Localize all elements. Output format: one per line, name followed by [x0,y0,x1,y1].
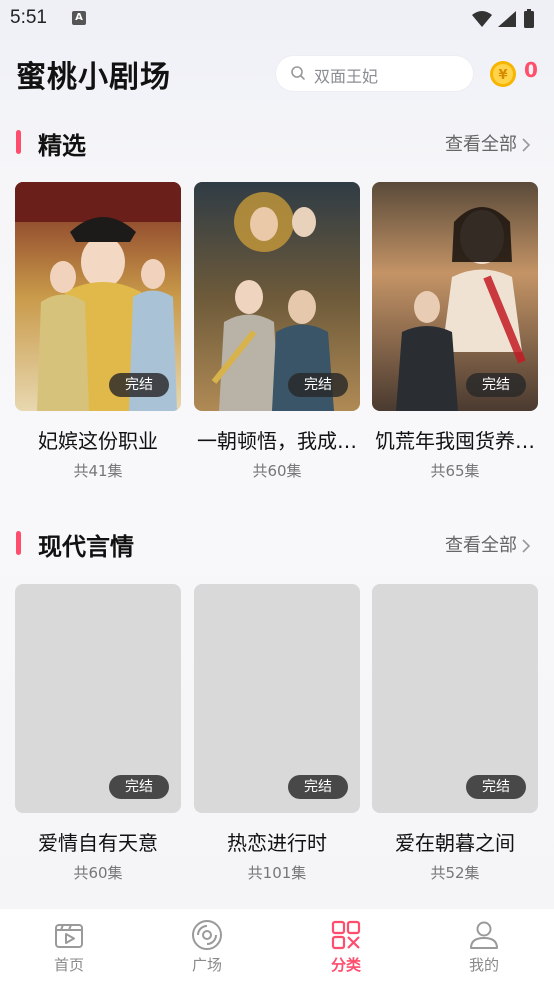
app-title: 蜜桃小剧场 [16,60,171,95]
profile-icon [470,921,498,949]
view-all-label: 查看全部 [445,535,517,556]
status-badge: 完结 [288,373,348,397]
drama-card[interactable]: 完结 妃嫔这份职业 共41集 [15,182,181,481]
drama-poster[interactable]: 完结 [372,584,538,813]
coin-count: 0 [524,58,538,82]
view-all-label: 查看全部 [445,134,517,155]
episode-count: 共60集 [252,462,302,480]
drama-title: 妃嫔这份职业 [38,429,158,453]
tab-label: 广场 [191,956,222,974]
drama-title: 爱在朝暮之间 [395,831,515,855]
category-icon [331,920,361,950]
episode-count: 共65集 [430,462,480,480]
search-placeholder: 双面王妃 [314,67,379,86]
drama-title: 一朝顿悟，我成… [197,429,357,453]
section-accent-bar [16,130,21,154]
drama-poster[interactable]: 完结 [15,584,181,813]
bottom-tab-bar: 首页 广场 分类 我的 [0,909,554,984]
status-badge: 完结 [466,373,526,397]
wifi-icon [472,11,492,27]
view-all-modern-romance[interactable]: 查看全部 [445,531,531,557]
tab-category[interactable]: 分类 [296,909,396,975]
section-title-featured: 精选 [38,132,86,160]
tab-plaza[interactable]: 广场 [157,909,257,975]
status-badge: 完结 [109,373,169,397]
drama-card[interactable]: 完结 热恋进行时 共101集 [194,584,360,883]
episode-count: 共52集 [430,864,480,882]
drama-card[interactable]: 完结 饥荒年我囤货养… 共65集 [372,182,538,481]
chevron-right-icon [522,539,531,553]
episode-count: 共101集 [247,864,307,882]
status-bar: 5:51 A [0,0,554,36]
tab-label: 分类 [330,956,361,974]
drama-poster[interactable]: 完结 [194,584,360,813]
search-icon [290,65,306,85]
status-badge: 完结 [466,775,526,799]
episode-count: 共60集 [73,864,123,882]
drama-card[interactable]: 完结 一朝顿悟，我成… 共60集 [194,182,360,481]
view-all-featured[interactable]: 查看全部 [445,130,531,156]
drama-title: 爱情自有天意 [38,831,158,855]
section-title-modern-romance: 现代言情 [38,533,134,561]
a-letter-icon: A [72,11,86,25]
chevron-right-icon [522,138,531,152]
tab-home[interactable]: 首页 [19,909,119,975]
drama-poster[interactable]: 完结 [194,182,360,411]
tab-profile[interactable]: 我的 [434,909,534,975]
status-badge: 完结 [109,775,169,799]
drama-card[interactable]: 完结 爱情自有天意 共60集 [15,584,181,883]
signal-icon [498,11,516,27]
drama-poster[interactable]: 完结 [372,182,538,411]
drama-title: 饥荒年我囤货养… [375,429,535,453]
section-accent-bar [16,531,21,555]
tab-label: 我的 [468,956,499,974]
disc-icon [192,920,222,950]
status-icons [470,9,540,33]
drama-poster[interactable]: 完结 [15,182,181,411]
status-badge: 完结 [288,775,348,799]
tab-label: 首页 [53,956,84,974]
battery-icon [524,9,534,28]
svg-text:¥: ¥ [498,68,507,83]
drama-card[interactable]: 完结 爱在朝暮之间 共52集 [372,584,538,883]
drama-title: 热恋进行时 [227,831,327,855]
coin-icon[interactable]: ¥ [489,60,517,92]
search-input[interactable]: 双面王妃 [276,56,473,91]
home-play-icon [55,924,83,948]
status-time: 5:51 [10,7,47,28]
episode-count: 共41集 [73,462,123,480]
